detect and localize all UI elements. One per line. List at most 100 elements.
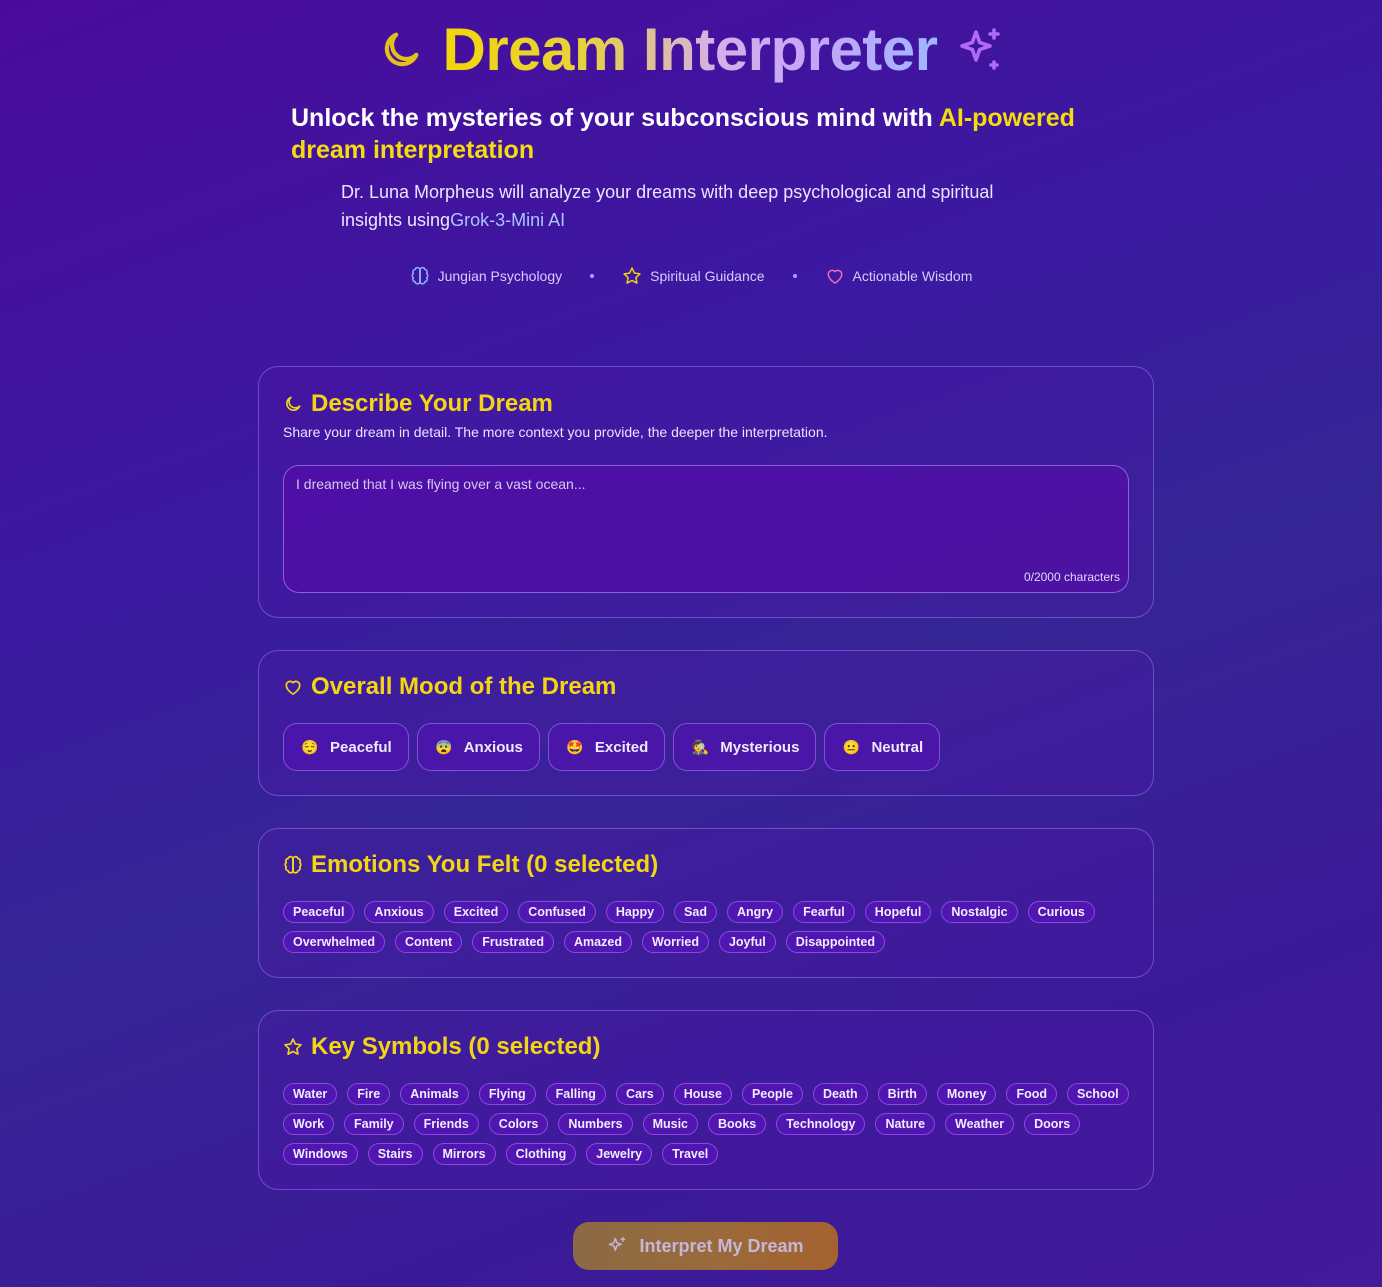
- emotion-chip-list: Peaceful Anxious Excited Confused Happy …: [283, 901, 1131, 953]
- emotions-heading: Emotions You Felt (0 selected): [283, 850, 658, 880]
- page-title: Dream Interpreter: [442, 14, 938, 86]
- symbol-chip[interactable]: Nature: [875, 1113, 936, 1135]
- separator-dot: [792, 274, 797, 278]
- symbol-chip[interactable]: Animals: [400, 1083, 469, 1105]
- emotion-chip[interactable]: Nostalgic: [941, 901, 1018, 923]
- symbol-chip[interactable]: People: [741, 1083, 803, 1105]
- star-icon: [283, 1037, 303, 1057]
- symbol-chip[interactable]: Colors: [488, 1113, 549, 1135]
- emotion-chip[interactable]: Overwhelmed: [283, 931, 385, 953]
- moon-icon: [378, 27, 424, 73]
- symbol-chip[interactable]: Family: [344, 1113, 404, 1135]
- symbol-chip[interactable]: Windows: [283, 1143, 358, 1165]
- symbol-chip[interactable]: Death: [812, 1083, 868, 1105]
- symbol-chip[interactable]: Stairs: [367, 1143, 423, 1165]
- emoji-icon: 🕵: [691, 738, 709, 755]
- emotion-chip[interactable]: Joyful: [718, 931, 776, 953]
- symbol-chip[interactable]: Numbers: [558, 1113, 633, 1135]
- interpret-button-label: Interpret My Dream: [639, 1235, 804, 1256]
- symbol-chip[interactable]: House: [673, 1083, 732, 1105]
- emotion-chip[interactable]: Sad: [674, 901, 717, 923]
- ai-model-name: Grok-3-Mini AI: [450, 210, 566, 230]
- symbol-chip[interactable]: Work: [283, 1113, 335, 1135]
- symbol-chip[interactable]: Falling: [545, 1083, 606, 1105]
- separator-dot: [590, 274, 595, 278]
- emotion-chip[interactable]: Hopeful: [864, 901, 932, 923]
- emotion-chip[interactable]: Confused: [518, 901, 596, 923]
- mood-option-anxious[interactable]: 😨 Anxious: [416, 723, 540, 771]
- symbol-chip[interactable]: Flying: [478, 1083, 536, 1105]
- dream-textarea[interactable]: [284, 466, 1128, 592]
- emotion-chip[interactable]: Excited: [443, 901, 509, 923]
- mood-option-mysterious[interactable]: 🕵 Mysterious: [673, 723, 817, 771]
- symbol-chip[interactable]: Money: [936, 1083, 997, 1105]
- feature-list: Jungian Psychology Spiritual Guidance Ac…: [0, 264, 1382, 288]
- interpret-dream-button[interactable]: Interpret My Dream: [573, 1222, 838, 1270]
- emoji-icon: 😐: [842, 738, 861, 755]
- symbol-chip[interactable]: Books: [708, 1113, 767, 1135]
- symbol-chip[interactable]: Birth: [877, 1083, 927, 1105]
- symbols-heading: Key Symbols (0 selected): [283, 1032, 600, 1062]
- emotion-chip[interactable]: Happy: [605, 901, 665, 923]
- symbol-chip[interactable]: Water: [283, 1083, 338, 1105]
- symbol-chip[interactable]: School: [1066, 1083, 1129, 1105]
- emotion-chip[interactable]: Disappointed: [785, 931, 885, 953]
- emoji-icon: 🤩: [566, 738, 584, 755]
- card-title-text: Key Symbols (0 selected): [311, 1033, 601, 1060]
- describe-dream-description: Share your dream in detail. The more con…: [283, 424, 828, 440]
- emotion-chip[interactable]: Anxious: [364, 901, 434, 923]
- emoji-icon: 😨: [434, 738, 453, 755]
- dream-textarea-wrapper: 0/2000 characters: [283, 465, 1129, 593]
- char-counter: 0/2000 characters: [1023, 570, 1120, 584]
- tagline: Unlock the mysteries of your subconsciou…: [291, 102, 1091, 166]
- describe-dream-heading: Describe Your Dream: [283, 389, 553, 419]
- symbol-chip[interactable]: Jewelry: [586, 1143, 653, 1165]
- symbol-chip[interactable]: Food: [1006, 1083, 1057, 1105]
- mood-label: Excited: [594, 738, 649, 756]
- symbol-chip[interactable]: Fire: [347, 1083, 391, 1105]
- symbol-chip[interactable]: Friends: [413, 1113, 479, 1135]
- symbol-chip[interactable]: Travel: [662, 1143, 719, 1165]
- brain-icon: [283, 855, 303, 875]
- emotion-chip[interactable]: Amazed: [564, 931, 632, 953]
- symbol-chip[interactable]: Mirrors: [432, 1143, 496, 1165]
- symbol-chip[interactable]: Music: [642, 1113, 699, 1135]
- emotion-chip[interactable]: Angry: [726, 901, 784, 923]
- describe-dream-card: Describe Your Dream Share your dream in …: [258, 366, 1154, 618]
- subtitle: Dr. Luna Morpheus will analyze your drea…: [341, 178, 1041, 234]
- symbol-chip[interactable]: Cars: [615, 1083, 664, 1105]
- emotion-chip[interactable]: Frustrated: [472, 931, 555, 953]
- mood-label: Mysterious: [720, 738, 800, 756]
- mood-label: Neutral: [871, 738, 924, 756]
- mood-options: 😌 Peaceful 😨 Anxious 🤩 Excited 🕵 Mysterious …: [283, 723, 941, 771]
- symbols-card: Key Symbols (0 selected) Water Fire Anim…: [258, 1010, 1154, 1190]
- emotions-card: Emotions You Felt (0 selected) Peaceful …: [258, 828, 1154, 978]
- heart-icon: [825, 266, 845, 286]
- emotion-chip[interactable]: Fearful: [793, 901, 855, 923]
- emotion-chip[interactable]: Worried: [641, 931, 709, 953]
- emotion-chip[interactable]: Peaceful: [283, 901, 355, 923]
- mood-option-neutral[interactable]: 😐 Neutral: [824, 723, 941, 771]
- mood-heading: Overall Mood of the Dream: [283, 672, 616, 702]
- moon-icon: [283, 394, 303, 414]
- card-title-text: Emotions You Felt (0 selected): [311, 851, 659, 878]
- symbol-chip[interactable]: Clothing: [505, 1143, 577, 1165]
- symbol-chip[interactable]: Weather: [945, 1113, 1015, 1135]
- card-title-text: Overall Mood of the Dream: [311, 673, 617, 700]
- mood-card: Overall Mood of the Dream 😌 Peaceful 😨 Anx…: [258, 650, 1154, 796]
- emotion-chip[interactable]: Content: [394, 931, 463, 953]
- feature-spiritual: Spiritual Guidance: [622, 266, 765, 286]
- sparkles-icon: [607, 1236, 627, 1256]
- heart-icon: [283, 677, 303, 697]
- feature-label: Spiritual Guidance: [650, 268, 765, 284]
- symbol-chip-list: Water Fire Animals Flying Falling Cars H…: [283, 1083, 1131, 1165]
- subtitle-text: Dr. Luna Morpheus will analyze your drea…: [341, 182, 994, 230]
- symbol-chip[interactable]: Doors: [1024, 1113, 1081, 1135]
- feature-jungian: Jungian Psychology: [410, 266, 562, 286]
- sparkles-icon: [956, 26, 1004, 74]
- mood-option-peaceful[interactable]: 😌 Peaceful: [283, 723, 409, 771]
- mood-label: Anxious: [463, 738, 523, 756]
- emotion-chip[interactable]: Curious: [1027, 901, 1095, 923]
- symbol-chip[interactable]: Technology: [776, 1113, 866, 1135]
- mood-option-excited[interactable]: 🤩 Excited: [547, 723, 666, 771]
